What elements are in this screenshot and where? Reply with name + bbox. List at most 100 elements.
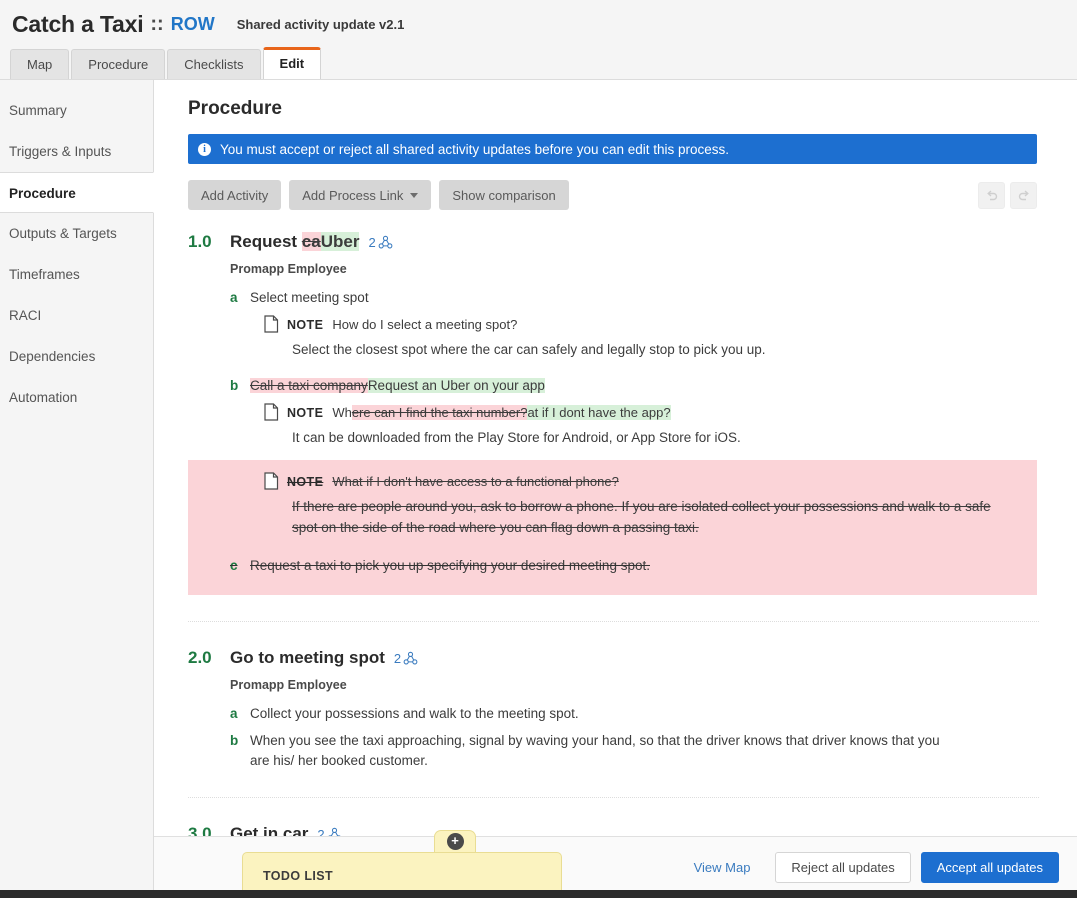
show-comparison-label: Show comparison — [452, 188, 555, 203]
step-text-deleted: Call a taxi company — [250, 378, 368, 393]
activity-1-step-c-deleted: c Request a taxi to pick you up specifyi… — [230, 556, 1037, 576]
info-icon: i — [198, 143, 211, 156]
sidebar-item-raci[interactable]: RACI — [0, 295, 153, 336]
activity-2-step-a[interactable]: a Collect your possessions and walk to t… — [230, 704, 1039, 724]
sidebar-item-outputs-targets[interactable]: Outputs & Targets — [0, 213, 153, 254]
chevron-down-icon — [410, 193, 418, 198]
note-question: How do I select a meeting spot? — [332, 315, 517, 335]
reject-all-updates-button[interactable]: Reject all updates — [775, 852, 910, 883]
activity-divider — [188, 797, 1039, 798]
undo-button[interactable] — [978, 182, 1005, 209]
deleted-note-body: If there are people around you, ask to b… — [292, 496, 1004, 538]
alert-message: You must accept or reject all shared act… — [220, 142, 729, 157]
step-letter: c — [230, 556, 250, 576]
step-letter: a — [230, 704, 250, 724]
note-document-icon — [264, 403, 279, 421]
activity-1-number: 1.0 — [188, 232, 230, 252]
sidebar: Summary Triggers & Inputs Procedure Outp… — [0, 80, 154, 898]
redo-icon — [1017, 188, 1031, 202]
activity-2-header[interactable]: 2.0 Go to meeting spot 2 — [188, 648, 1039, 668]
activity-1-step-a-note-body: Select the closest spot where the car ca… — [292, 339, 1022, 360]
add-activity-button[interactable]: Add Activity — [188, 180, 281, 210]
activity-2-count-value: 2 — [394, 651, 401, 666]
sidebar-item-summary[interactable]: Summary — [0, 90, 153, 131]
show-comparison-button[interactable]: Show comparison — [439, 180, 568, 210]
activity-1-role: Promapp Employee — [230, 262, 1039, 276]
note-q-inserted: at if I dont have the app? — [527, 405, 670, 420]
activity-2: 2.0 Go to meeting spot 2 Promapp Employe… — [188, 648, 1039, 771]
page-title: Procedure — [188, 98, 1077, 120]
main-content: Procedure i You must accept or reject al… — [154, 80, 1077, 898]
step-letter: a — [230, 288, 250, 308]
activity-2-shared-count[interactable]: 2 — [394, 651, 418, 666]
note-q-deleted: ere can I find the taxi number? — [352, 405, 528, 420]
view-map-button[interactable]: View Map — [679, 852, 766, 883]
activity-2-number: 2.0 — [188, 648, 230, 668]
share-network-icon — [403, 651, 418, 666]
procedure-list: 1.0 Request caUber 2 Promapp Employee — [188, 232, 1039, 868]
note-label: NOTE — [287, 315, 323, 335]
tab-bar: Map Procedure Checklists Edit — [0, 48, 1077, 80]
activity-2-name: Go to meeting spot — [230, 648, 385, 668]
todo-list-label: TODO LIST — [263, 869, 333, 883]
activity-1: 1.0 Request caUber 2 Promapp Employee — [188, 232, 1039, 595]
title-separator: :: — [150, 13, 163, 36]
bottom-action-bar: + TODO LIST View Map Reject all updates … — [154, 836, 1077, 898]
procedure-toolbar: Add Activity Add Process Link Show compa… — [188, 180, 1037, 210]
tab-map[interactable]: Map — [10, 49, 69, 79]
tab-checklists[interactable]: Checklists — [167, 49, 260, 79]
share-network-icon — [378, 235, 393, 250]
step-text: Collect your possessions and walk to the… — [250, 704, 579, 724]
redo-button[interactable] — [1010, 182, 1037, 209]
step-letter: b — [230, 376, 250, 396]
activity-1-deleted-block: NOTE What if I don't have access to a fu… — [188, 460, 1037, 595]
note-label: NOTE — [287, 472, 323, 492]
note-question: Where can I find the taxi number?at if I… — [332, 403, 670, 423]
shared-update-label: Shared activity update v2.1 — [237, 17, 405, 32]
step-text: Call a taxi companyRequest an Uber on yo… — [250, 376, 545, 396]
accept-all-updates-button[interactable]: Accept all updates — [921, 852, 1059, 883]
activity-1-step-a-note: NOTE How do I select a meeting spot? — [264, 315, 1039, 335]
process-group-link[interactable]: ROW — [171, 14, 215, 35]
activity-1-step-b[interactable]: b Call a taxi companyRequest an Uber on … — [230, 376, 1039, 396]
app-header: Catch a Taxi :: ROW Shared activity upda… — [0, 0, 1077, 48]
note-q-prefix: Wh — [332, 405, 352, 420]
activity-1-name-deleted: ca — [302, 232, 321, 251]
activity-1-step-b-note-body: It can be downloaded from the Play Store… — [292, 427, 1022, 448]
window-footer-strip — [0, 890, 1077, 898]
activity-1-step-a[interactable]: a Select meeting spot — [230, 288, 1039, 308]
reject-all-label: Reject all updates — [791, 860, 894, 875]
add-activity-label: Add Activity — [201, 188, 268, 203]
step-text: Request a taxi to pick you up specifying… — [250, 556, 650, 576]
deleted-note: NOTE What if I don't have access to a fu… — [264, 472, 1037, 492]
view-map-label: View Map — [694, 860, 751, 875]
sidebar-item-automation[interactable]: Automation — [0, 377, 153, 418]
app-title: Catch a Taxi — [12, 11, 143, 38]
note-label: NOTE — [287, 403, 323, 423]
activity-1-header[interactable]: 1.0 Request caUber 2 — [188, 232, 1039, 252]
activity-1-count-value: 2 — [368, 235, 375, 250]
activity-1-shared-count[interactable]: 2 — [368, 235, 392, 250]
note-question: What if I don't have access to a functio… — [332, 472, 619, 492]
plus-icon[interactable]: + — [447, 833, 464, 850]
activity-1-name-inserted: Uber — [321, 232, 360, 251]
tab-edit[interactable]: Edit — [263, 47, 322, 79]
shared-update-alert: i You must accept or reject all shared a… — [188, 134, 1037, 164]
activity-2-step-b[interactable]: b When you see the taxi approaching, sig… — [230, 731, 1039, 771]
tab-procedure[interactable]: Procedure — [71, 49, 165, 79]
activity-2-role: Promapp Employee — [230, 678, 1039, 692]
step-text-inserted: Request an Uber on your app — [368, 378, 545, 393]
sidebar-item-dependencies[interactable]: Dependencies — [0, 336, 153, 377]
step-letter: b — [230, 731, 250, 771]
add-process-link-button[interactable]: Add Process Link — [289, 180, 431, 210]
activity-1-name: Request caUber — [230, 232, 359, 252]
todo-add-tab: + — [434, 830, 476, 852]
step-text: When you see the taxi approaching, signa… — [250, 731, 962, 771]
sidebar-item-procedure[interactable]: Procedure — [0, 172, 154, 213]
sidebar-item-triggers-inputs[interactable]: Triggers & Inputs — [0, 131, 153, 172]
activity-1-step-b-note: NOTE Where can I find the taxi number?at… — [264, 403, 1039, 423]
sidebar-item-timeframes[interactable]: Timeframes — [0, 254, 153, 295]
activity-1-name-prefix: Request — [230, 232, 302, 251]
bottom-bar-sidebar-filler — [0, 836, 154, 898]
add-process-link-label: Add Process Link — [302, 188, 403, 203]
